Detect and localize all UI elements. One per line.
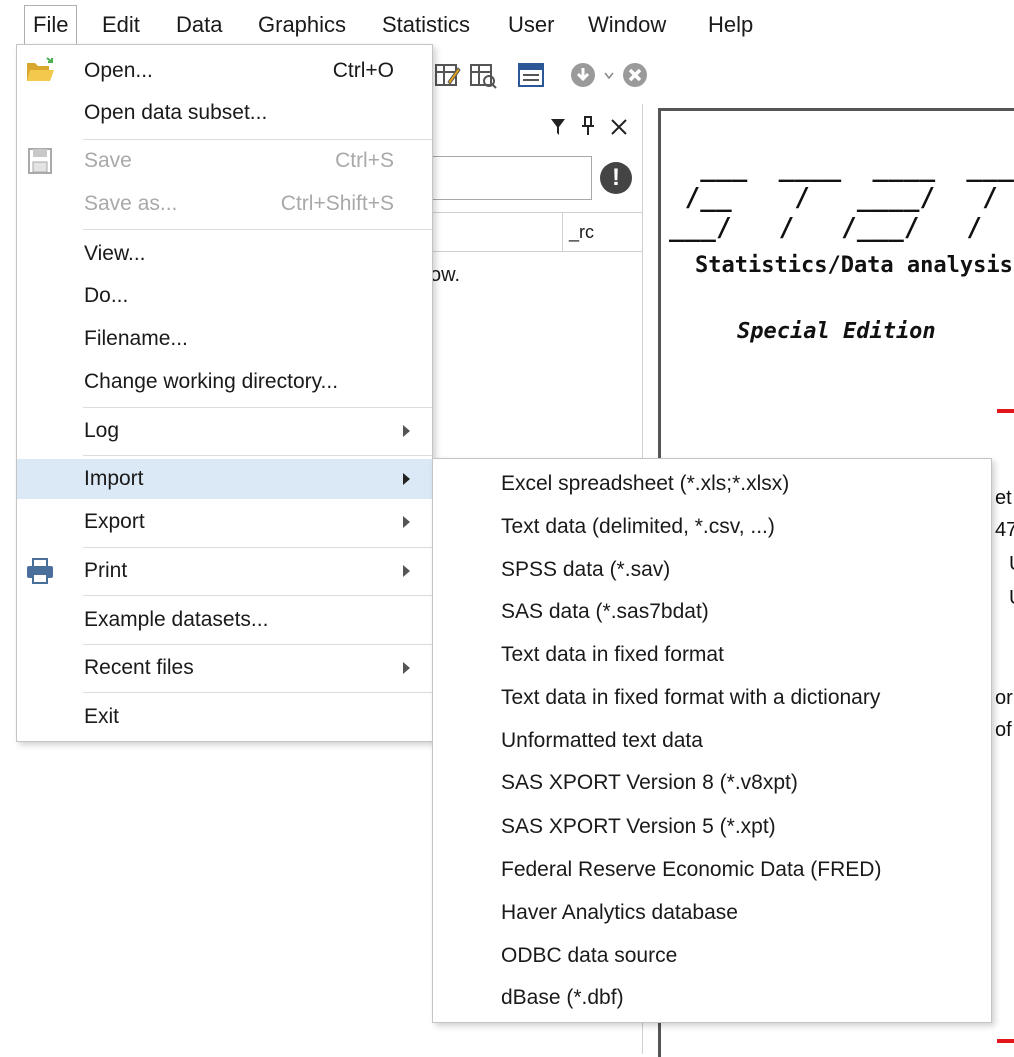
menu-item-shortcut: Ctrl+O bbox=[332, 59, 394, 82]
menu-item-label: Do... bbox=[84, 284, 129, 307]
menu-separator bbox=[83, 692, 432, 693]
results-fragment: U bbox=[1009, 587, 1014, 610]
import-sas[interactable]: SAS data (*.sas7bdat) bbox=[501, 591, 709, 633]
pane-message: ow. bbox=[430, 264, 461, 286]
pin-icon[interactable] bbox=[580, 116, 596, 136]
results-fragment: of bbox=[995, 719, 1012, 741]
menu-item-change-working-directory[interactable]: Change working directory... bbox=[17, 362, 432, 402]
results-fragment: et bbox=[995, 487, 1012, 509]
data-browser-icon[interactable] bbox=[468, 60, 498, 90]
menu-item-label: Filename... bbox=[84, 327, 188, 350]
menu-item-filename[interactable]: Filename... bbox=[17, 319, 432, 359]
results-edition: Special Edition bbox=[737, 319, 936, 344]
menu-separator bbox=[83, 229, 432, 230]
variables-header: _rc bbox=[420, 212, 642, 252]
menu-item-label: Import bbox=[84, 467, 144, 490]
chevron-down-icon[interactable] bbox=[604, 72, 614, 80]
submenu-arrow-icon bbox=[403, 662, 410, 674]
data-editor-icon[interactable] bbox=[432, 60, 462, 90]
menu-separator bbox=[83, 547, 432, 548]
stata-ascii-logo: ___ ____ ____ ____ _ /__ / ____/ / _ ___… bbox=[669, 153, 1014, 243]
menu-item-do[interactable]: Do... bbox=[17, 276, 432, 316]
menu-item-label: Example datasets... bbox=[84, 608, 269, 631]
red-rule-bottom bbox=[997, 1039, 1014, 1043]
menu-item-label: Recent files bbox=[84, 656, 194, 679]
menu-separator bbox=[83, 455, 432, 456]
menu-window[interactable]: Window bbox=[580, 5, 674, 45]
menu-item-log[interactable]: Log bbox=[17, 411, 432, 451]
import-unformatted-text[interactable]: Unformatted text data bbox=[501, 720, 703, 762]
menu-item-label: Export bbox=[84, 510, 145, 533]
menu-item-open[interactable]: Open... Ctrl+O bbox=[17, 51, 432, 91]
import-text-delimited[interactable]: Text data (delimited, *.csv, ...) bbox=[501, 506, 775, 548]
import-odbc[interactable]: ODBC data source bbox=[501, 935, 677, 977]
results-fragment: U bbox=[1009, 553, 1014, 576]
menu-file[interactable]: File bbox=[24, 5, 78, 45]
submenu-arrow-icon bbox=[403, 425, 410, 437]
warning-icon[interactable]: ! bbox=[600, 162, 632, 194]
menu-edit[interactable]: Edit bbox=[94, 5, 148, 45]
red-rule-top bbox=[997, 409, 1014, 413]
menu-item-shortcut: Ctrl+S bbox=[335, 149, 394, 172]
submenu-arrow-icon bbox=[403, 473, 410, 485]
variable-filter-input[interactable] bbox=[420, 156, 592, 200]
menu-item-shortcut: Ctrl+Shift+S bbox=[280, 192, 394, 215]
menu-user[interactable]: User bbox=[500, 5, 562, 45]
menu-item-label: Change working directory... bbox=[84, 370, 339, 393]
menu-item-label: Print bbox=[84, 559, 128, 582]
import-text-fixed[interactable]: Text data in fixed format bbox=[501, 634, 724, 676]
menu-item-example-datasets[interactable]: Example datasets... bbox=[17, 600, 432, 640]
import-sas-xport-8[interactable]: SAS XPORT Version 8 (*.v8xpt) bbox=[501, 762, 798, 804]
results-fragment: 47 bbox=[995, 519, 1014, 541]
import-spss[interactable]: SPSS data (*.sav) bbox=[501, 549, 670, 591]
menu-item-view[interactable]: View... bbox=[17, 234, 432, 274]
menu-item-exit[interactable]: Exit bbox=[17, 697, 432, 737]
submenu-arrow-icon bbox=[403, 565, 410, 577]
results-tagline: Statistics/Data analysis bbox=[695, 253, 1013, 278]
menu-item-label: Open data subset... bbox=[84, 101, 268, 124]
results-fragment: or bbox=[995, 687, 1013, 709]
column-header-rc[interactable]: _rc bbox=[562, 213, 594, 251]
menu-item-label: Save as... bbox=[84, 192, 178, 215]
menu-item-recent-files[interactable]: Recent files bbox=[17, 648, 432, 688]
printer-icon bbox=[27, 558, 53, 584]
menu-separator bbox=[83, 407, 432, 408]
import-dbase[interactable]: dBase (*.dbf) bbox=[501, 977, 624, 1019]
variables-manager-icon[interactable] bbox=[516, 60, 546, 90]
menu-item-label: Save bbox=[84, 149, 132, 172]
menu-item-export[interactable]: Export bbox=[17, 502, 432, 542]
menu-separator bbox=[83, 139, 432, 140]
menu-item-import[interactable]: Import bbox=[17, 459, 432, 499]
import-submenu: Excel spreadsheet (*.xls;*.xlsx) Text da… bbox=[432, 458, 992, 1023]
more-icon[interactable] bbox=[568, 60, 598, 90]
menu-graphics[interactable]: Graphics bbox=[250, 5, 354, 45]
menu-item-save[interactable]: Save Ctrl+S bbox=[17, 141, 432, 181]
import-fred[interactable]: Federal Reserve Economic Data (FRED) bbox=[501, 849, 881, 891]
import-text-fixed-dictionary[interactable]: Text data in fixed format with a diction… bbox=[501, 677, 880, 719]
menu-separator bbox=[83, 644, 432, 645]
close-icon[interactable] bbox=[610, 118, 628, 136]
menu-item-label: Open... bbox=[84, 59, 153, 82]
menu-separator bbox=[83, 595, 432, 596]
folder-open-icon bbox=[27, 57, 54, 81]
filter-icon[interactable] bbox=[550, 118, 566, 136]
menu-item-save-as[interactable]: Save as... Ctrl+Shift+S bbox=[17, 184, 432, 224]
toolbar bbox=[420, 52, 1014, 98]
save-disk-icon bbox=[28, 148, 52, 174]
menu-item-open-data-subset[interactable]: Open data subset... bbox=[17, 93, 432, 133]
break-icon[interactable] bbox=[620, 60, 650, 90]
submenu-arrow-icon bbox=[403, 516, 410, 528]
import-sas-xport-5[interactable]: SAS XPORT Version 5 (*.xpt) bbox=[501, 806, 776, 848]
menu-help[interactable]: Help bbox=[700, 5, 761, 45]
file-menu-dropdown: Open... Ctrl+O Open data subset... Save … bbox=[16, 44, 433, 742]
menu-item-label: View... bbox=[84, 242, 146, 265]
menu-item-print[interactable]: Print bbox=[17, 551, 432, 591]
menu-item-label: Exit bbox=[84, 705, 120, 728]
import-excel[interactable]: Excel spreadsheet (*.xls;*.xlsx) bbox=[501, 463, 789, 505]
menu-item-label: Log bbox=[84, 419, 120, 442]
import-haver[interactable]: Haver Analytics database bbox=[501, 892, 738, 934]
menu-bar: File Edit Data Graphics Statistics User … bbox=[0, 0, 1014, 50]
menu-statistics[interactable]: Statistics bbox=[374, 5, 478, 45]
menu-data[interactable]: Data bbox=[168, 5, 230, 45]
